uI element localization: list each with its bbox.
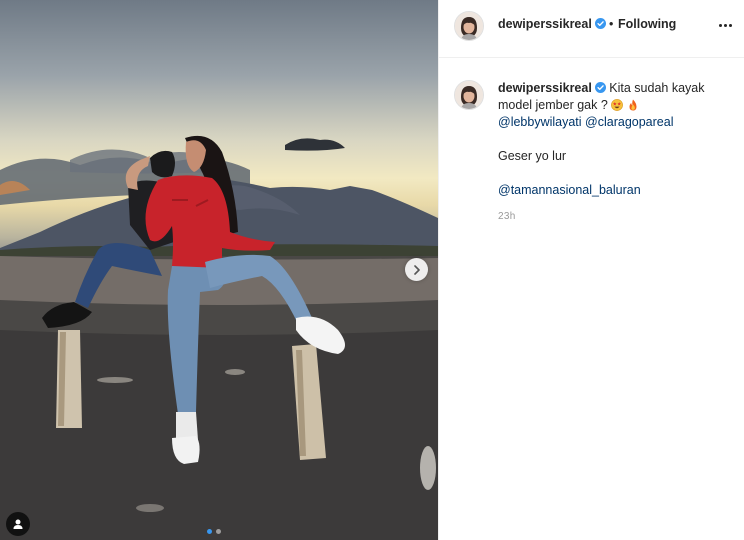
avatar[interactable]	[454, 11, 484, 41]
carousel-next-button[interactable]	[405, 258, 428, 281]
verified-badge-icon	[594, 18, 606, 29]
caption-text-2: model jember gak ?	[498, 98, 608, 112]
fire-emoji-icon	[629, 99, 637, 111]
carousel-dot	[216, 529, 221, 534]
verified-badge-icon	[594, 82, 606, 93]
more-options-button[interactable]	[715, 18, 735, 32]
post-author-username[interactable]: dewiperssikreal	[498, 17, 606, 31]
carousel-indicator	[207, 529, 221, 534]
caption-avatar[interactable]	[454, 80, 484, 110]
mention-link[interactable]: @claragopareal	[585, 115, 673, 129]
post-header: dewiperssikreal • Following	[439, 0, 744, 58]
chevron-right-icon	[413, 264, 420, 275]
carousel-dot-active	[207, 529, 212, 534]
mention-link[interactable]: @lebbywilayati	[498, 115, 582, 129]
caption-text-3: Geser yo lur	[498, 149, 567, 163]
caption-line-1: dewiperssikreal Kita sudah kayak	[498, 80, 733, 97]
post-details-panel: dewiperssikreal • Following dewiperssikr…	[438, 0, 744, 540]
location-mention-link[interactable]: @tamannasional_baluran	[498, 183, 641, 197]
username-text[interactable]: dewiperssikreal	[498, 17, 592, 31]
star-struck-emoji-icon	[611, 99, 624, 111]
more-horizontal-icon	[728, 23, 732, 27]
post-caption: dewiperssikreal Kita sudah kayak model j…	[498, 80, 733, 199]
photo-scene	[0, 135, 438, 540]
post-photo[interactable]	[0, 0, 438, 540]
following-button[interactable]: Following	[618, 17, 676, 31]
profile-photo-icon	[455, 81, 483, 109]
profile-photo-icon	[455, 12, 483, 40]
more-horizontal-icon	[723, 23, 727, 27]
caption-username[interactable]: dewiperssikreal	[498, 81, 592, 95]
caption-text-1: Kita sudah kayak	[609, 81, 705, 95]
more-horizontal-icon	[718, 23, 722, 27]
caption-line-2: model jember gak ?	[498, 97, 733, 114]
tagged-users-button[interactable]	[6, 512, 30, 536]
header-separator: •	[609, 17, 614, 31]
post-timestamp[interactable]: 23h	[498, 211, 516, 222]
caption-line-3: @lebbywilayati @claragopareal	[498, 114, 733, 131]
user-tag-icon	[13, 519, 23, 529]
